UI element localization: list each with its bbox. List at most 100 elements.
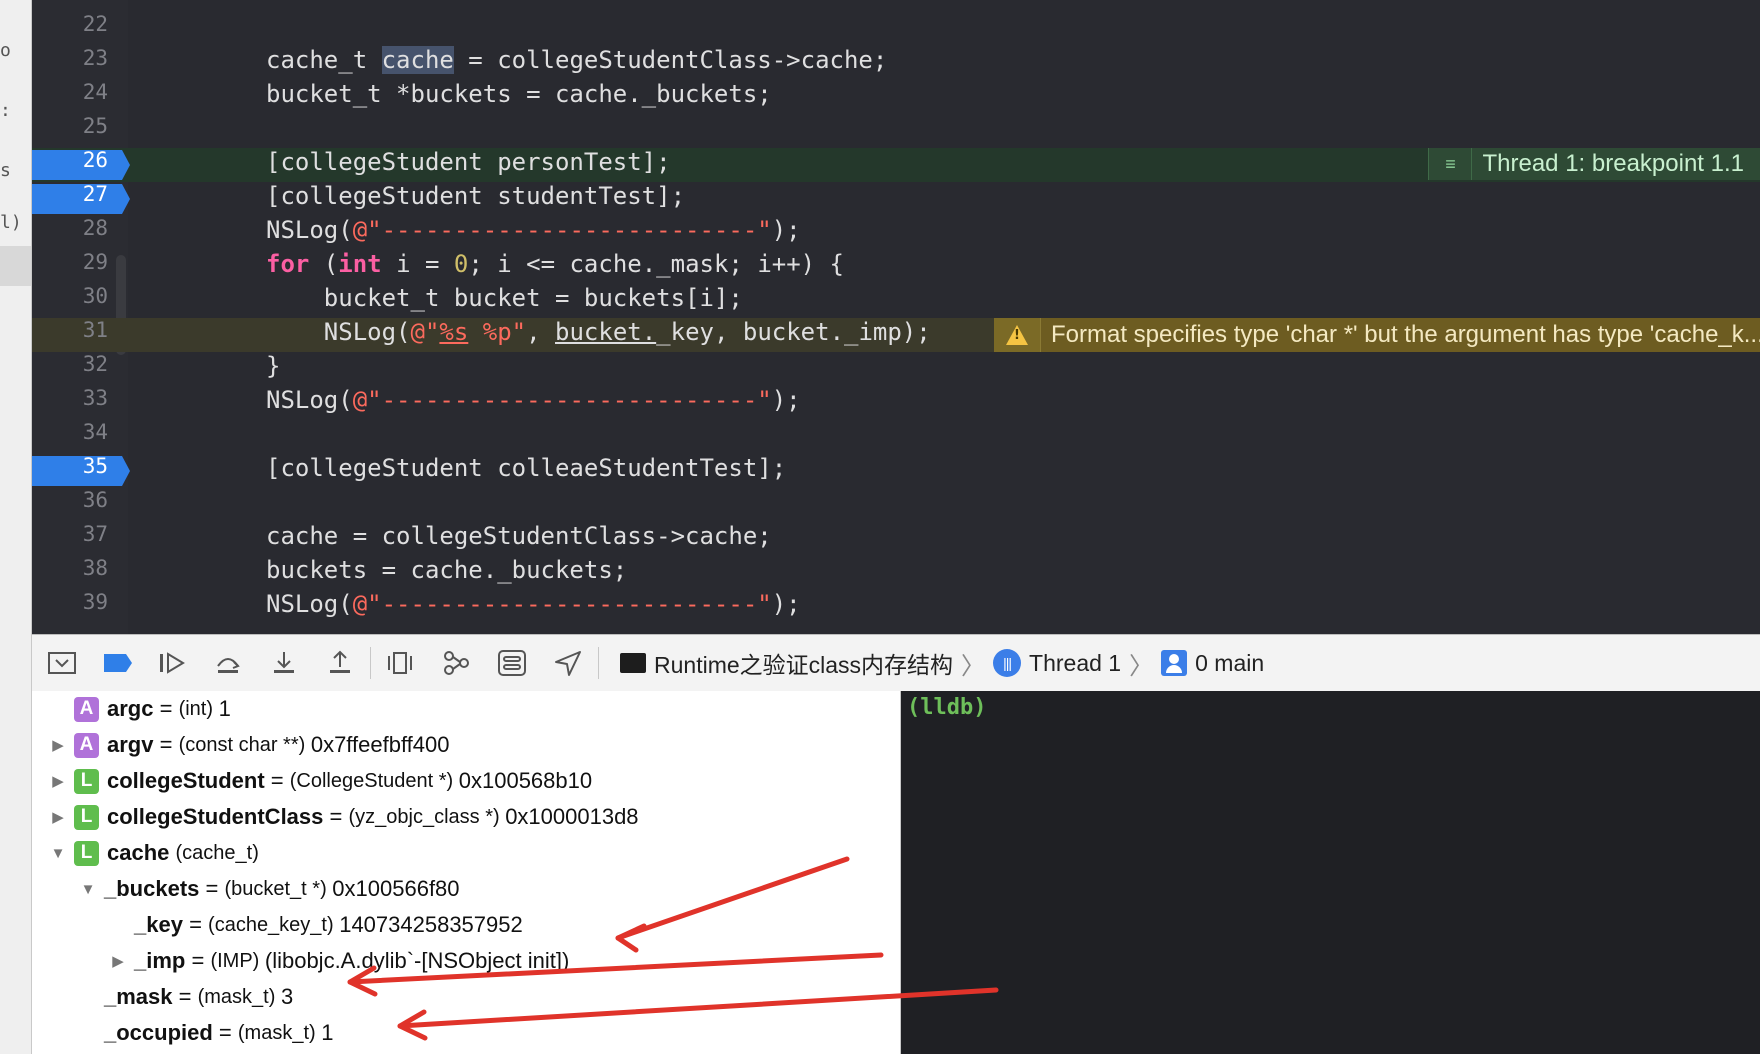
line-number: 22 bbox=[82, 12, 108, 36]
code-line[interactable]: 32 } bbox=[32, 352, 1760, 386]
breadcrumb-frame[interactable]: 0 main bbox=[1195, 650, 1264, 677]
breadcrumb-thread[interactable]: Thread 1 bbox=[1029, 650, 1121, 677]
breadcrumb-process[interactable]: Runtime之验证class内存结构 bbox=[654, 646, 953, 680]
variable-type: (CollegeStudent *) bbox=[289, 769, 459, 792]
code-text: buckets = cache._buckets; bbox=[266, 556, 628, 584]
code-line[interactable]: 30 bucket_t bucket = buckets[i]; bbox=[32, 284, 1760, 318]
variables-view[interactable]: Aargc = (int) 1 ▶ Aargv = (const char **) … bbox=[32, 691, 900, 1054]
location-arrow-icon bbox=[555, 651, 581, 676]
code-line[interactable]: 25 bbox=[32, 114, 1760, 148]
code-line[interactable]: 36 bbox=[32, 488, 1760, 522]
number-literal: 0 bbox=[453, 250, 469, 278]
variable-row[interactable]: ▶ LcollegeStudent = (CollegeStudent *) 0x… bbox=[48, 763, 592, 799]
chevron-right-icon: 〉 bbox=[961, 652, 986, 680]
variable-row[interactable]: Aargc = (int) 1 bbox=[48, 691, 231, 727]
variable-row[interactable]: ▶ Aargv = (const char **) 0x7ffeefbff400 bbox=[48, 727, 449, 763]
line-number: 27 bbox=[82, 182, 108, 206]
line-number: 23 bbox=[82, 46, 108, 70]
variable-row[interactable]: ▶ _imp = (IMP) (libobjc.A.dylib`-[NSObjec… bbox=[108, 943, 569, 979]
code-line[interactable]: 35 [collegeStudent colleaeStudentTest]; bbox=[32, 454, 1760, 488]
simulate-location-button[interactable] bbox=[552, 648, 584, 678]
code-text: NSLog(@"--------------------------"); bbox=[266, 590, 801, 624]
disclosure-closed-icon[interactable]: ▶ bbox=[108, 952, 128, 970]
variable-name: _mask bbox=[104, 984, 173, 1009]
variable-value: 1 bbox=[218, 696, 231, 721]
toolbar-divider bbox=[370, 647, 371, 679]
variable-name: _imp bbox=[134, 948, 186, 973]
code-line[interactable]: 27 [collegeStudent studentTest]; bbox=[32, 182, 1760, 216]
line-number: 35 bbox=[82, 454, 108, 478]
variable-name: collegeStudent bbox=[107, 768, 265, 793]
line-number: 31 bbox=[82, 318, 108, 342]
source-editor[interactable]: 22 23 cache_t cache = collegeStudentClas… bbox=[32, 0, 1760, 634]
list-icon: ≡ bbox=[1429, 148, 1473, 180]
code-token: ); bbox=[771, 590, 801, 618]
debug-breadcrumb: Runtime之验证class内存结构 〉 ||| Thread 1 〉 0 m… bbox=[620, 635, 1264, 691]
line-number: 33 bbox=[82, 386, 108, 410]
variable-type: (int) bbox=[178, 697, 219, 720]
code-line[interactable]: 22 bbox=[32, 12, 1760, 46]
variable-row[interactable]: ▶ LcollegeStudentClass = (yz_objc_class *… bbox=[48, 799, 639, 835]
warning-annotation[interactable]: Format specifies type 'char *' but the a… bbox=[994, 318, 1760, 352]
thread-icon: ||| bbox=[993, 649, 1022, 677]
step-into-button[interactable] bbox=[268, 648, 300, 678]
code-token: cache_t bbox=[266, 46, 382, 74]
hide-debug-area-button[interactable] bbox=[46, 648, 78, 678]
code-text: cache = collegeStudentClass->cache; bbox=[266, 522, 772, 550]
view-hierarchy-button[interactable] bbox=[384, 648, 416, 678]
step-out-button[interactable] bbox=[324, 648, 356, 678]
variable-row[interactable]: ▼ Lcache (cache_t) bbox=[48, 835, 259, 871]
code-line[interactable]: 38 buckets = cache._buckets; bbox=[32, 556, 1760, 590]
navigator-selection[interactable] bbox=[0, 246, 31, 286]
selected-word[interactable]: cache bbox=[381, 46, 454, 74]
variable-value: 3 bbox=[280, 984, 294, 1009]
code-line[interactable]: 39 NSLog(@"--------------------------"); bbox=[32, 590, 1760, 624]
continue-button[interactable] bbox=[156, 648, 188, 678]
memory-graph-button[interactable] bbox=[440, 648, 472, 678]
variable-row[interactable]: _key = (cache_key_t) 140734258357952 bbox=[108, 907, 523, 943]
variable-row[interactable]: _occupied = (mask_t) 1 bbox=[78, 1015, 333, 1051]
lldb-console[interactable]: (lldb) bbox=[901, 691, 1760, 1054]
disclosure-open-icon[interactable]: ▼ bbox=[78, 881, 98, 898]
step-over-icon bbox=[217, 658, 240, 673]
breakpoints-toggle-button[interactable] bbox=[102, 648, 134, 678]
disclosure-closed-icon[interactable]: ▶ bbox=[48, 808, 68, 826]
code-line[interactable]: 33 NSLog(@"--------------------------"); bbox=[32, 386, 1760, 420]
code-line[interactable]: 29 for (int i = 0; i <= cache._mask; i++… bbox=[32, 250, 1760, 284]
environment-overrides-icon bbox=[498, 650, 526, 676]
variable-row[interactable]: _mask = (mask_t) 3 bbox=[78, 979, 293, 1015]
navigator-glyph: l) bbox=[0, 212, 22, 233]
code-line[interactable]: 28 NSLog(@"--------------------------"); bbox=[32, 216, 1760, 250]
collapse-icon bbox=[48, 652, 76, 674]
variable-value: 140734258357952 bbox=[339, 912, 523, 937]
step-into-icon bbox=[274, 652, 294, 673]
disclosure-closed-icon[interactable]: ▶ bbox=[48, 736, 68, 754]
variable-value: 0x100568b10 bbox=[458, 768, 593, 793]
code-text: NSLog(@"%s %p", bucket._key, bucket._imp… bbox=[266, 318, 931, 352]
environment-overrides-button[interactable] bbox=[496, 648, 528, 678]
step-over-button[interactable] bbox=[212, 648, 244, 678]
variable-name: argv bbox=[107, 732, 154, 757]
terminal-icon bbox=[620, 653, 646, 673]
code-token: , bbox=[526, 318, 556, 346]
variable-value: 0x7ffeefbff400 bbox=[310, 732, 450, 757]
disclosure-open-icon[interactable]: ▼ bbox=[48, 845, 68, 862]
code-token: ; i <= cache._mask; i++) { bbox=[468, 250, 845, 278]
variable-row[interactable]: ▼ _buckets = (bucket_t *) 0x100566f80 bbox=[78, 871, 460, 907]
code-text: bucket_t bucket = buckets[i]; bbox=[266, 284, 743, 312]
line-number: 34 bbox=[82, 420, 108, 444]
string-literal: @"--------------------------" bbox=[352, 386, 772, 414]
code-line[interactable]: 24 bucket_t *buckets = cache._buckets; bbox=[32, 80, 1760, 114]
argument-badge-icon: A bbox=[74, 732, 99, 758]
breakpoint-annotation[interactable]: ≡ Thread 1: breakpoint 1.1 bbox=[1428, 148, 1760, 180]
code-text: } bbox=[266, 352, 281, 380]
variable-name: collegeStudentClass bbox=[107, 804, 324, 829]
code-line[interactable]: 37 cache = collegeStudentClass->cache; bbox=[32, 522, 1760, 556]
disclosure-closed-icon[interactable]: ▶ bbox=[48, 772, 68, 790]
local-badge-icon: L bbox=[74, 804, 99, 830]
code-line[interactable]: 34 bbox=[32, 420, 1760, 454]
variable-value: 0x100566f80 bbox=[332, 876, 460, 901]
line-number: 30 bbox=[82, 284, 108, 308]
line-number: 36 bbox=[82, 488, 108, 512]
code-line[interactable]: 23 cache_t cache = collegeStudentClass->… bbox=[32, 46, 1760, 80]
